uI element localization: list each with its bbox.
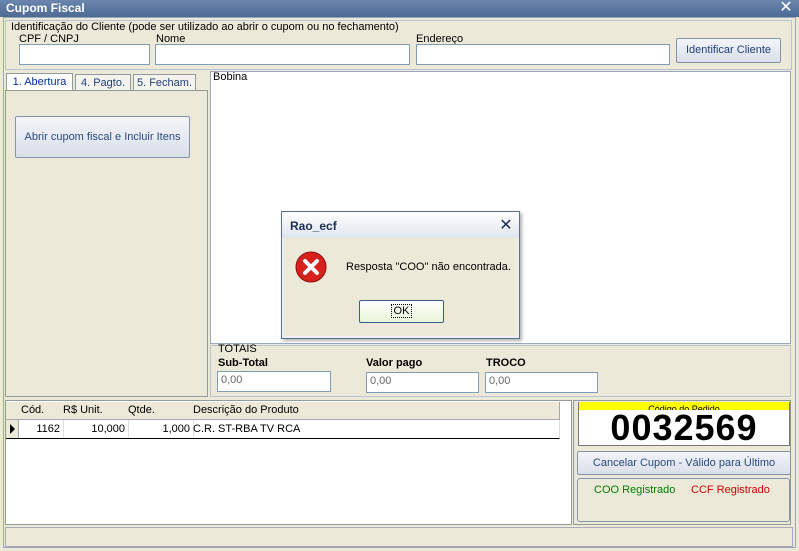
nome-input[interactable] <box>155 44 410 65</box>
totals-legend: TOTAIS <box>218 343 257 355</box>
status-bar <box>5 527 793 547</box>
window-close-icon[interactable]: ✕ <box>777 0 795 17</box>
troco-label: TROCO <box>486 357 526 369</box>
tab-pagto[interactable]: 4. Pagto. <box>75 74 131 91</box>
dialog-ok-button[interactable]: OK <box>359 300 444 323</box>
dialog-message: Resposta "COO" não encontrada. <box>346 261 511 273</box>
cancel-coupon-button[interactable]: Cancelar Cupom - Válido para Último <box>577 451 791 475</box>
coo-status: COO Registrado <box>594 484 676 496</box>
grid-header-cod[interactable]: Cód. <box>18 402 64 420</box>
grid-header-desc[interactable]: Descrição do Produto <box>190 402 560 420</box>
subtotal-label: Sub-Total <box>218 357 268 369</box>
tab-abertura[interactable]: 1. Abertura <box>6 73 73 91</box>
cell-desc[interactable]: C.R. ST-RBA TV RCA <box>190 420 560 439</box>
identification-legend: Identificação do Cliente (pode ser utili… <box>11 21 399 33</box>
ccf-status: CCF Registrado <box>691 484 770 496</box>
troco-field[interactable]: 0,00 <box>485 372 598 393</box>
endereco-input[interactable] <box>416 44 670 65</box>
cell-cod[interactable]: 1162 <box>18 420 64 439</box>
valor-pago-field[interactable]: 0,00 <box>366 372 479 393</box>
window-title: Cupom Fiscal <box>6 1 85 15</box>
window-titlebar: Cupom Fiscal <box>0 0 799 17</box>
cpf-input[interactable] <box>19 44 150 65</box>
open-coupon-button[interactable]: Abrir cupom fiscal e Incluir Itens <box>15 116 190 158</box>
dialog-title: Rao_ecf <box>282 212 519 238</box>
grid-header-unit[interactable]: R$ Unit. <box>60 402 129 420</box>
identify-client-button[interactable]: Identificar Cliente <box>676 38 781 63</box>
valor-pago-label: Valor pago <box>366 357 423 369</box>
cell-qtde[interactable]: 1,000 <box>125 420 194 439</box>
cell-unit[interactable]: 10,000 <box>60 420 129 439</box>
dialog-close-icon[interactable]: ✕ <box>497 217 515 235</box>
tab-fecham[interactable]: 5. Fecham. <box>133 74 196 91</box>
error-icon <box>295 251 327 283</box>
subtotal-field[interactable]: 0,00 <box>217 371 331 392</box>
bobina-label: Bobina <box>213 71 248 83</box>
dialog-ok-label: OK <box>390 304 413 318</box>
pedido-code: 0032569 <box>610 407 758 448</box>
grid-header-qtde[interactable]: Qtde. <box>125 402 194 420</box>
